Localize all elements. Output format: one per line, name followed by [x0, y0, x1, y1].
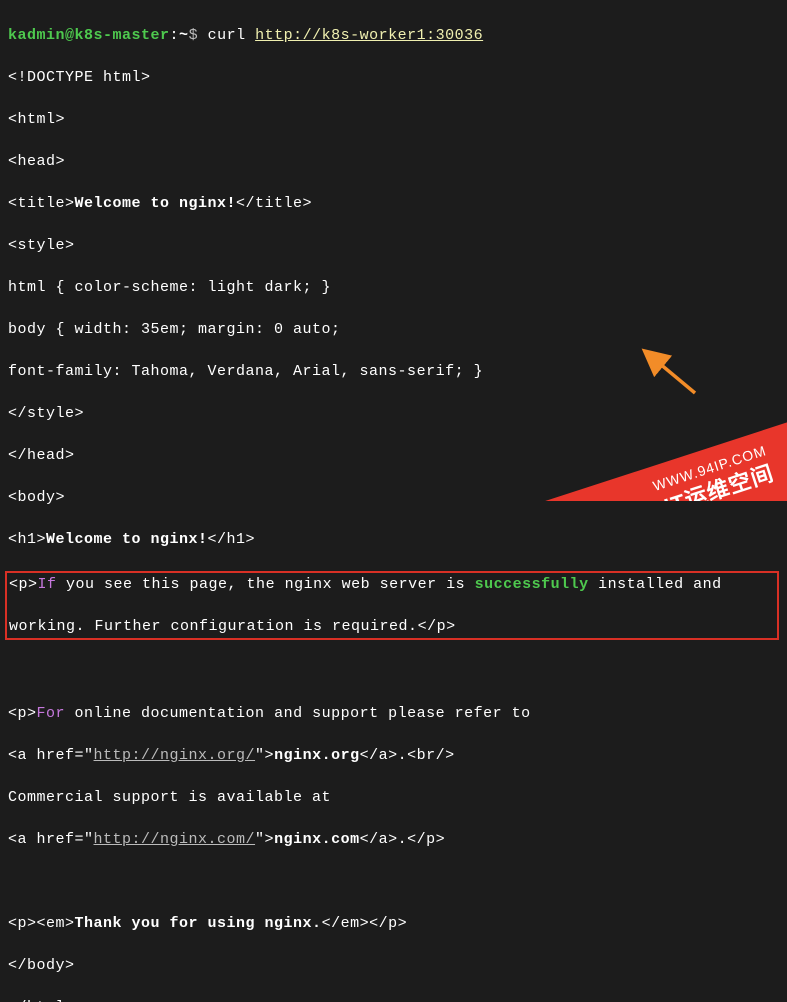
output-line: <h1>Welcome to nginx!</h1> [8, 529, 779, 550]
output-line: Commercial support is available at [8, 787, 779, 808]
output-line: </head> [8, 445, 779, 466]
command-url: http://k8s-worker1:30036 [255, 27, 483, 44]
command: curl [208, 27, 256, 44]
output-line: <head> [8, 151, 779, 172]
prompt-line[interactable]: kadmin@k8s-master:~$ curl http://k8s-wor… [8, 25, 779, 46]
terminal-output: kadmin@k8s-master:~$ curl http://k8s-wor… [0, 0, 787, 1002]
blank-line [8, 871, 779, 892]
highlighted-region: <p>If you see this page, the nginx web s… [5, 571, 779, 640]
output-line: html { color-scheme: light dark; } [8, 277, 779, 298]
annotation-arrow-icon [635, 345, 705, 407]
output-line: <a href="http://nginx.org/">nginx.org</a… [8, 745, 779, 766]
output-line: </html> [8, 997, 779, 1002]
blank-line [8, 661, 779, 682]
output-line: <title>Welcome to nginx!</title> [8, 193, 779, 214]
output-line: <!DOCTYPE html> [8, 67, 779, 88]
prompt-user-host: kadmin@k8s-master [8, 27, 170, 44]
output-line: working. Further configuration is requir… [9, 616, 775, 637]
output-line: <html> [8, 109, 779, 130]
output-line: </body> [8, 955, 779, 976]
output-line: <style> [8, 235, 779, 256]
output-line: <p><em>Thank you for using nginx.</em></… [8, 913, 779, 934]
output-line: <p>If you see this page, the nginx web s… [9, 574, 775, 595]
output-line: body { width: 35em; margin: 0 auto; [8, 319, 779, 340]
prompt-path: ~ [179, 27, 189, 44]
output-line: <body> [8, 487, 779, 508]
output-line: <p>For online documentation and support … [8, 703, 779, 724]
output-line: <a href="http://nginx.com/">nginx.com</a… [8, 829, 779, 850]
